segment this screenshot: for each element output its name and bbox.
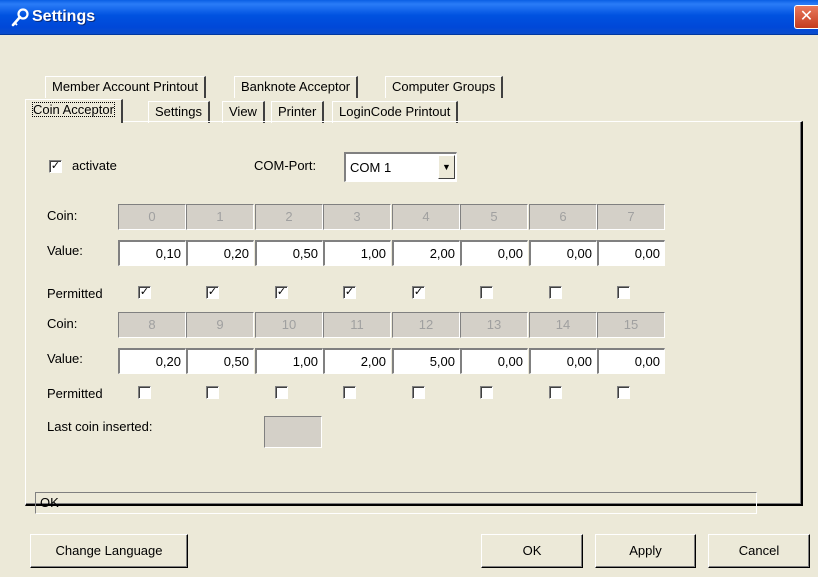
coin-value-field[interactable]: 1,00 [323,240,391,266]
coin-row-label: Coin: [47,208,78,223]
permitted-checkbox[interactable] [275,386,288,399]
last-coin-label: Last coin inserted: [47,419,153,434]
permitted-checkbox[interactable] [549,386,562,399]
coin-number-cell: 1 [186,204,254,230]
permitted-checkbox[interactable]: ✓ [206,286,219,299]
com-port-select[interactable]: COM 1 ▼ [344,152,457,182]
coin-value-field[interactable]: 1,00 [255,348,323,374]
dropdown-arrow-icon[interactable]: ▼ [438,155,455,179]
coin-value-field[interactable]: 0,00 [460,348,528,374]
coin-number-cell: 14 [529,312,597,338]
coin-value-field[interactable]: 0,00 [529,240,597,266]
value-row-label: Value: [47,351,83,366]
permitted-checkbox[interactable] [480,386,493,399]
permitted-checkbox[interactable] [617,286,630,299]
permitted-checkbox[interactable]: ✓ [343,286,356,299]
permitted-row-label: Permitted [47,286,103,301]
permitted-checkbox[interactable] [343,386,356,399]
coin-row-label: Coin: [47,316,78,331]
tab-computer-groups[interactable]: Computer Groups [385,76,504,98]
coin-number-cell: 3 [323,204,391,230]
tab-printer[interactable]: Printer [271,101,325,123]
coin-value-field[interactable]: 2,00 [392,240,460,266]
coin-number-cell: 13 [460,312,528,338]
permitted-checkbox[interactable] [138,386,151,399]
coin-number-cell: 10 [255,312,323,338]
coin-value-field[interactable]: 5,00 [392,348,460,374]
permitted-checkbox[interactable] [206,386,219,399]
permitted-checkbox[interactable] [549,286,562,299]
permitted-checkbox[interactable]: ✓ [412,286,425,299]
apply-button[interactable]: Apply [595,534,696,568]
tab-logincode-printout[interactable]: LoginCode Printout [332,101,459,123]
coin-number-cell: 4 [392,204,460,230]
tab-member-account-printout[interactable]: Member Account Printout [45,76,206,98]
coin-value-field[interactable]: 0,00 [529,348,597,374]
coin-number-cell: 12 [392,312,460,338]
permitted-checkbox[interactable] [412,386,425,399]
com-port-label: COM-Port: [254,158,317,173]
window-title: Settings [32,8,96,25]
coin-value-field[interactable]: 0,10 [118,240,186,266]
tab-coin-acceptor[interactable]: Coin Acceptor [25,99,123,123]
coin-number-cell: 5 [460,204,528,230]
status-bar: OK [35,492,757,514]
coin-number-cell: 15 [597,312,665,338]
com-port-value: COM 1 [350,160,392,175]
coin-number-cell: 9 [186,312,254,338]
last-coin-display [264,416,322,448]
coin-value-field[interactable]: 0,50 [255,240,323,266]
tab-settings[interactable]: Settings [148,101,210,123]
value-row-label: Value: [47,243,83,258]
ok-button[interactable]: OK [481,534,583,568]
coin-value-field[interactable]: 2,00 [323,348,391,374]
coin-number-cell: 7 [597,204,665,230]
title-bar: Settings ✕ [0,0,818,35]
coin-number-cell: 0 [118,204,186,230]
permitted-row-label: Permitted [47,386,103,401]
tab-view[interactable]: View [222,101,265,123]
coin-value-field[interactable]: 0,00 [597,240,665,266]
coin-number-cell: 2 [255,204,323,230]
coin-number-cell: 6 [529,204,597,230]
permitted-checkbox[interactable] [480,286,493,299]
wrench-key-icon [11,8,29,27]
permitted-checkbox[interactable] [617,386,630,399]
coin-number-cell: 11 [323,312,391,338]
permitted-checkbox[interactable]: ✓ [275,286,288,299]
permitted-checkbox[interactable]: ✓ [138,286,151,299]
activate-label: activate [72,158,117,173]
activate-checkbox[interactable]: ✓ [49,160,62,173]
tab-banknote-acceptor[interactable]: Banknote Acceptor [234,76,359,98]
coin-value-field[interactable]: 0,20 [118,348,186,374]
coin-value-field[interactable]: 0,20 [186,240,254,266]
coin-number-cell: 8 [118,312,186,338]
change-language-button[interactable]: Change Language [30,534,188,568]
coin-value-field[interactable]: 0,00 [460,240,528,266]
coin-value-field[interactable]: 0,50 [186,348,254,374]
coin-value-field[interactable]: 0,00 [597,348,665,374]
cancel-button[interactable]: Cancel [708,534,810,568]
close-button[interactable]: ✕ [794,5,818,29]
